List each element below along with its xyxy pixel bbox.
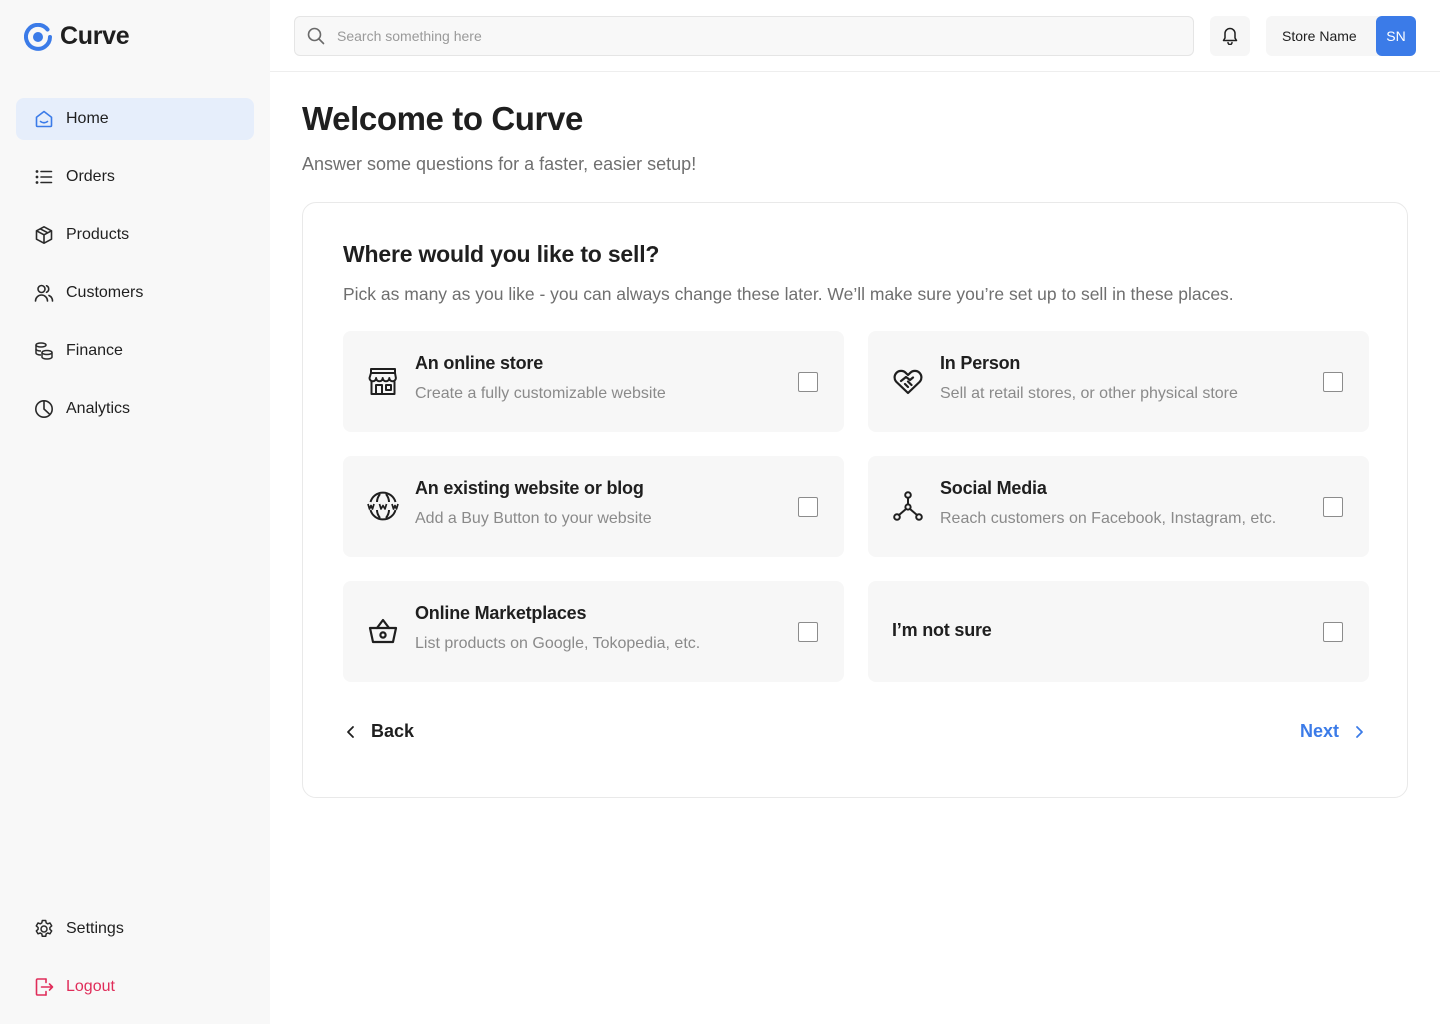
setup-card: Where would you like to sell? Pick as ma… bbox=[302, 202, 1408, 798]
www-globe-icon bbox=[367, 491, 399, 521]
sidebar-item-settings[interactable]: Settings bbox=[16, 908, 254, 950]
option-title: An online store bbox=[415, 353, 544, 373]
option-title: I’m not sure bbox=[892, 620, 992, 640]
sidebar-item-label: Home bbox=[66, 110, 109, 127]
logout-icon bbox=[35, 978, 54, 996]
sidebar-bottom: Settings Logout bbox=[16, 908, 254, 1024]
sidebar-item-label: Analytics bbox=[66, 400, 131, 417]
option-description: List products on Google, Tokopedia, etc. bbox=[415, 635, 701, 652]
bell-icon bbox=[1222, 27, 1238, 45]
option-online-store[interactable]: An online store Create a fully customiza… bbox=[343, 331, 844, 432]
option-in-person[interactable]: In Person Sell at retail stores, or othe… bbox=[868, 331, 1369, 432]
coins-icon bbox=[35, 342, 53, 360]
option-title: In Person bbox=[940, 353, 1021, 373]
option-title: Online Marketplaces bbox=[415, 603, 587, 623]
chevron-left-icon bbox=[347, 725, 354, 738]
option-description: Sell at retail stores, or other physical… bbox=[940, 385, 1238, 402]
page-subtitle: Answer some questions for a faster, easi… bbox=[302, 154, 697, 174]
chevron-right-icon bbox=[1356, 725, 1363, 738]
storefront-icon bbox=[368, 368, 397, 395]
sidebar-item-home[interactable]: Home bbox=[16, 98, 254, 140]
sidebar-nav: Home Orders Products Customers Finance A… bbox=[16, 98, 254, 446]
box-icon bbox=[35, 226, 53, 244]
sidebar-item-label: Finance bbox=[66, 342, 123, 359]
search-bar[interactable] bbox=[294, 16, 1194, 56]
option-not-sure[interactable]: I’m not sure bbox=[868, 581, 1369, 682]
option-online-marketplaces[interactable]: Online Marketplaces List products on Goo… bbox=[343, 581, 844, 682]
option-checkbox[interactable] bbox=[798, 497, 818, 517]
sidebar-item-label: Orders bbox=[66, 168, 115, 185]
option-checkbox[interactable] bbox=[1323, 622, 1343, 642]
sidebar-item-products[interactable]: Products bbox=[16, 214, 254, 256]
sidebar-item-label: Customers bbox=[66, 284, 144, 301]
option-title: Social Media bbox=[940, 478, 1047, 498]
curve-logo-icon bbox=[24, 22, 52, 51]
sidebar: Curve Home Orders Products Customers Fin… bbox=[0, 0, 270, 1024]
option-checkbox[interactable] bbox=[798, 372, 818, 392]
avatar[interactable]: SN bbox=[1376, 16, 1416, 56]
sidebar-item-finance[interactable]: Finance bbox=[16, 330, 254, 372]
option-checkbox[interactable] bbox=[1323, 497, 1343, 517]
brand-name: Curve bbox=[60, 22, 130, 50]
next-label: Next bbox=[1299, 721, 1339, 741]
sidebar-item-customers[interactable]: Customers bbox=[16, 272, 254, 314]
option-checkbox[interactable] bbox=[798, 622, 818, 642]
sidebar-item-label: Settings bbox=[66, 920, 124, 937]
option-checkbox[interactable] bbox=[1323, 372, 1343, 392]
gear-icon bbox=[35, 919, 53, 938]
sidebar-item-analytics[interactable]: Analytics bbox=[16, 388, 254, 430]
option-description: Reach customers on Facebook, Instagram, … bbox=[940, 510, 1277, 527]
sidebar-item-logout[interactable]: Logout bbox=[16, 966, 254, 1008]
brand-logo[interactable]: Curve bbox=[24, 22, 130, 51]
list-icon bbox=[35, 170, 53, 184]
back-label: Back bbox=[371, 721, 415, 741]
pie-chart-icon bbox=[35, 400, 53, 418]
next-button[interactable]: Next bbox=[1300, 721, 1367, 742]
users-icon bbox=[34, 284, 54, 302]
handshake-heart-icon bbox=[893, 369, 923, 395]
home-icon bbox=[35, 110, 53, 128]
page-title: Welcome to Curve bbox=[302, 100, 583, 137]
network-icon bbox=[893, 491, 923, 521]
option-title: An existing website or blog bbox=[415, 478, 644, 498]
search-icon bbox=[307, 27, 325, 45]
question-title: Where would you like to sell? bbox=[343, 241, 660, 267]
option-description: Create a fully customizable website bbox=[415, 385, 666, 402]
option-existing-website[interactable]: An existing website or blog Add a Buy Bu… bbox=[343, 456, 844, 557]
sidebar-item-label: Products bbox=[66, 226, 130, 243]
sidebar-item-label: Logout bbox=[66, 978, 115, 995]
top-header: Store Name SN bbox=[270, 0, 1440, 72]
basket-icon bbox=[368, 618, 398, 644]
search-input[interactable] bbox=[337, 28, 1157, 44]
option-description: Add a Buy Button to your website bbox=[415, 510, 652, 527]
store-name: Store Name bbox=[1282, 28, 1357, 44]
option-social-media[interactable]: Social Media Reach customers on Facebook… bbox=[868, 456, 1369, 557]
store-switcher[interactable]: Store Name SN bbox=[1266, 16, 1416, 56]
question-subtitle: Pick as many as you like - you can alway… bbox=[343, 284, 1234, 304]
notifications-button[interactable] bbox=[1210, 16, 1250, 56]
back-button[interactable]: Back bbox=[343, 721, 414, 742]
sidebar-item-orders[interactable]: Orders bbox=[16, 156, 254, 198]
